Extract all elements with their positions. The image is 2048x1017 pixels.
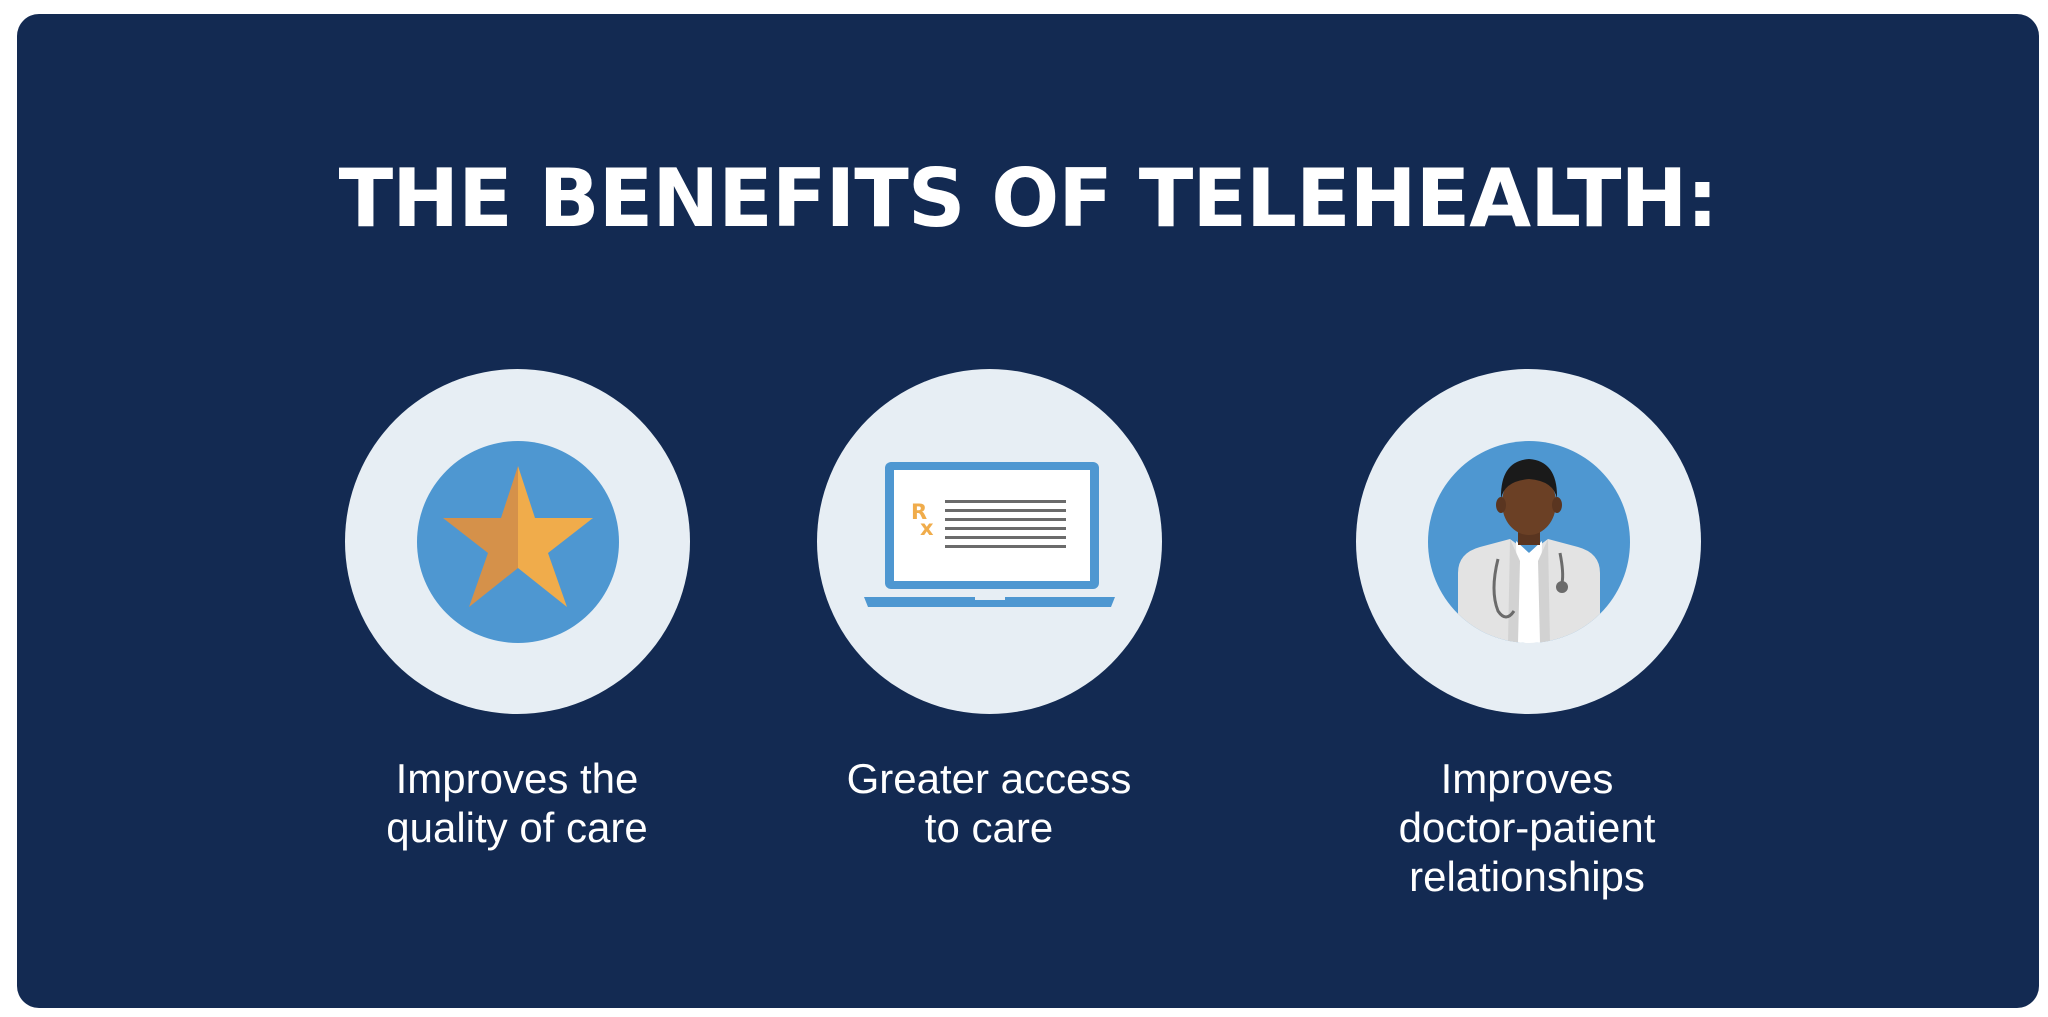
benefit-icon-badge <box>1356 369 1701 714</box>
caption-line: to care <box>924 804 1054 851</box>
page-title: THE BENEFITS OF TELEHEALTH: <box>338 152 1719 245</box>
benefit-icon-badge: R x <box>817 369 1162 714</box>
caption-line: Improves <box>1440 755 1614 802</box>
star-icon-background <box>417 441 619 643</box>
benefit-caption: Greater access to care <box>779 754 1199 852</box>
caption-line: doctor-patient <box>1398 804 1656 851</box>
caption-line: relationships <box>1409 853 1645 900</box>
caption-line: quality of care <box>386 804 648 851</box>
laptop-prescription-icon: R x <box>864 462 1115 607</box>
benefit-caption: Improves doctor-patient relationships <box>1317 754 1737 901</box>
caption-line: Improves the <box>395 755 639 802</box>
benefit-caption: Improves the quality of care <box>307 754 727 852</box>
benefit-icon-badge <box>345 369 690 714</box>
doctor-icon-background <box>1428 441 1630 643</box>
doctor-icon <box>1458 459 1600 643</box>
infographic-panel: THE BENEFITS OF TELEHEALTH: Improves the… <box>17 14 2039 1008</box>
star-icon <box>443 466 593 607</box>
rx-mark: x <box>920 516 934 540</box>
caption-line: Greater access <box>846 755 1132 802</box>
